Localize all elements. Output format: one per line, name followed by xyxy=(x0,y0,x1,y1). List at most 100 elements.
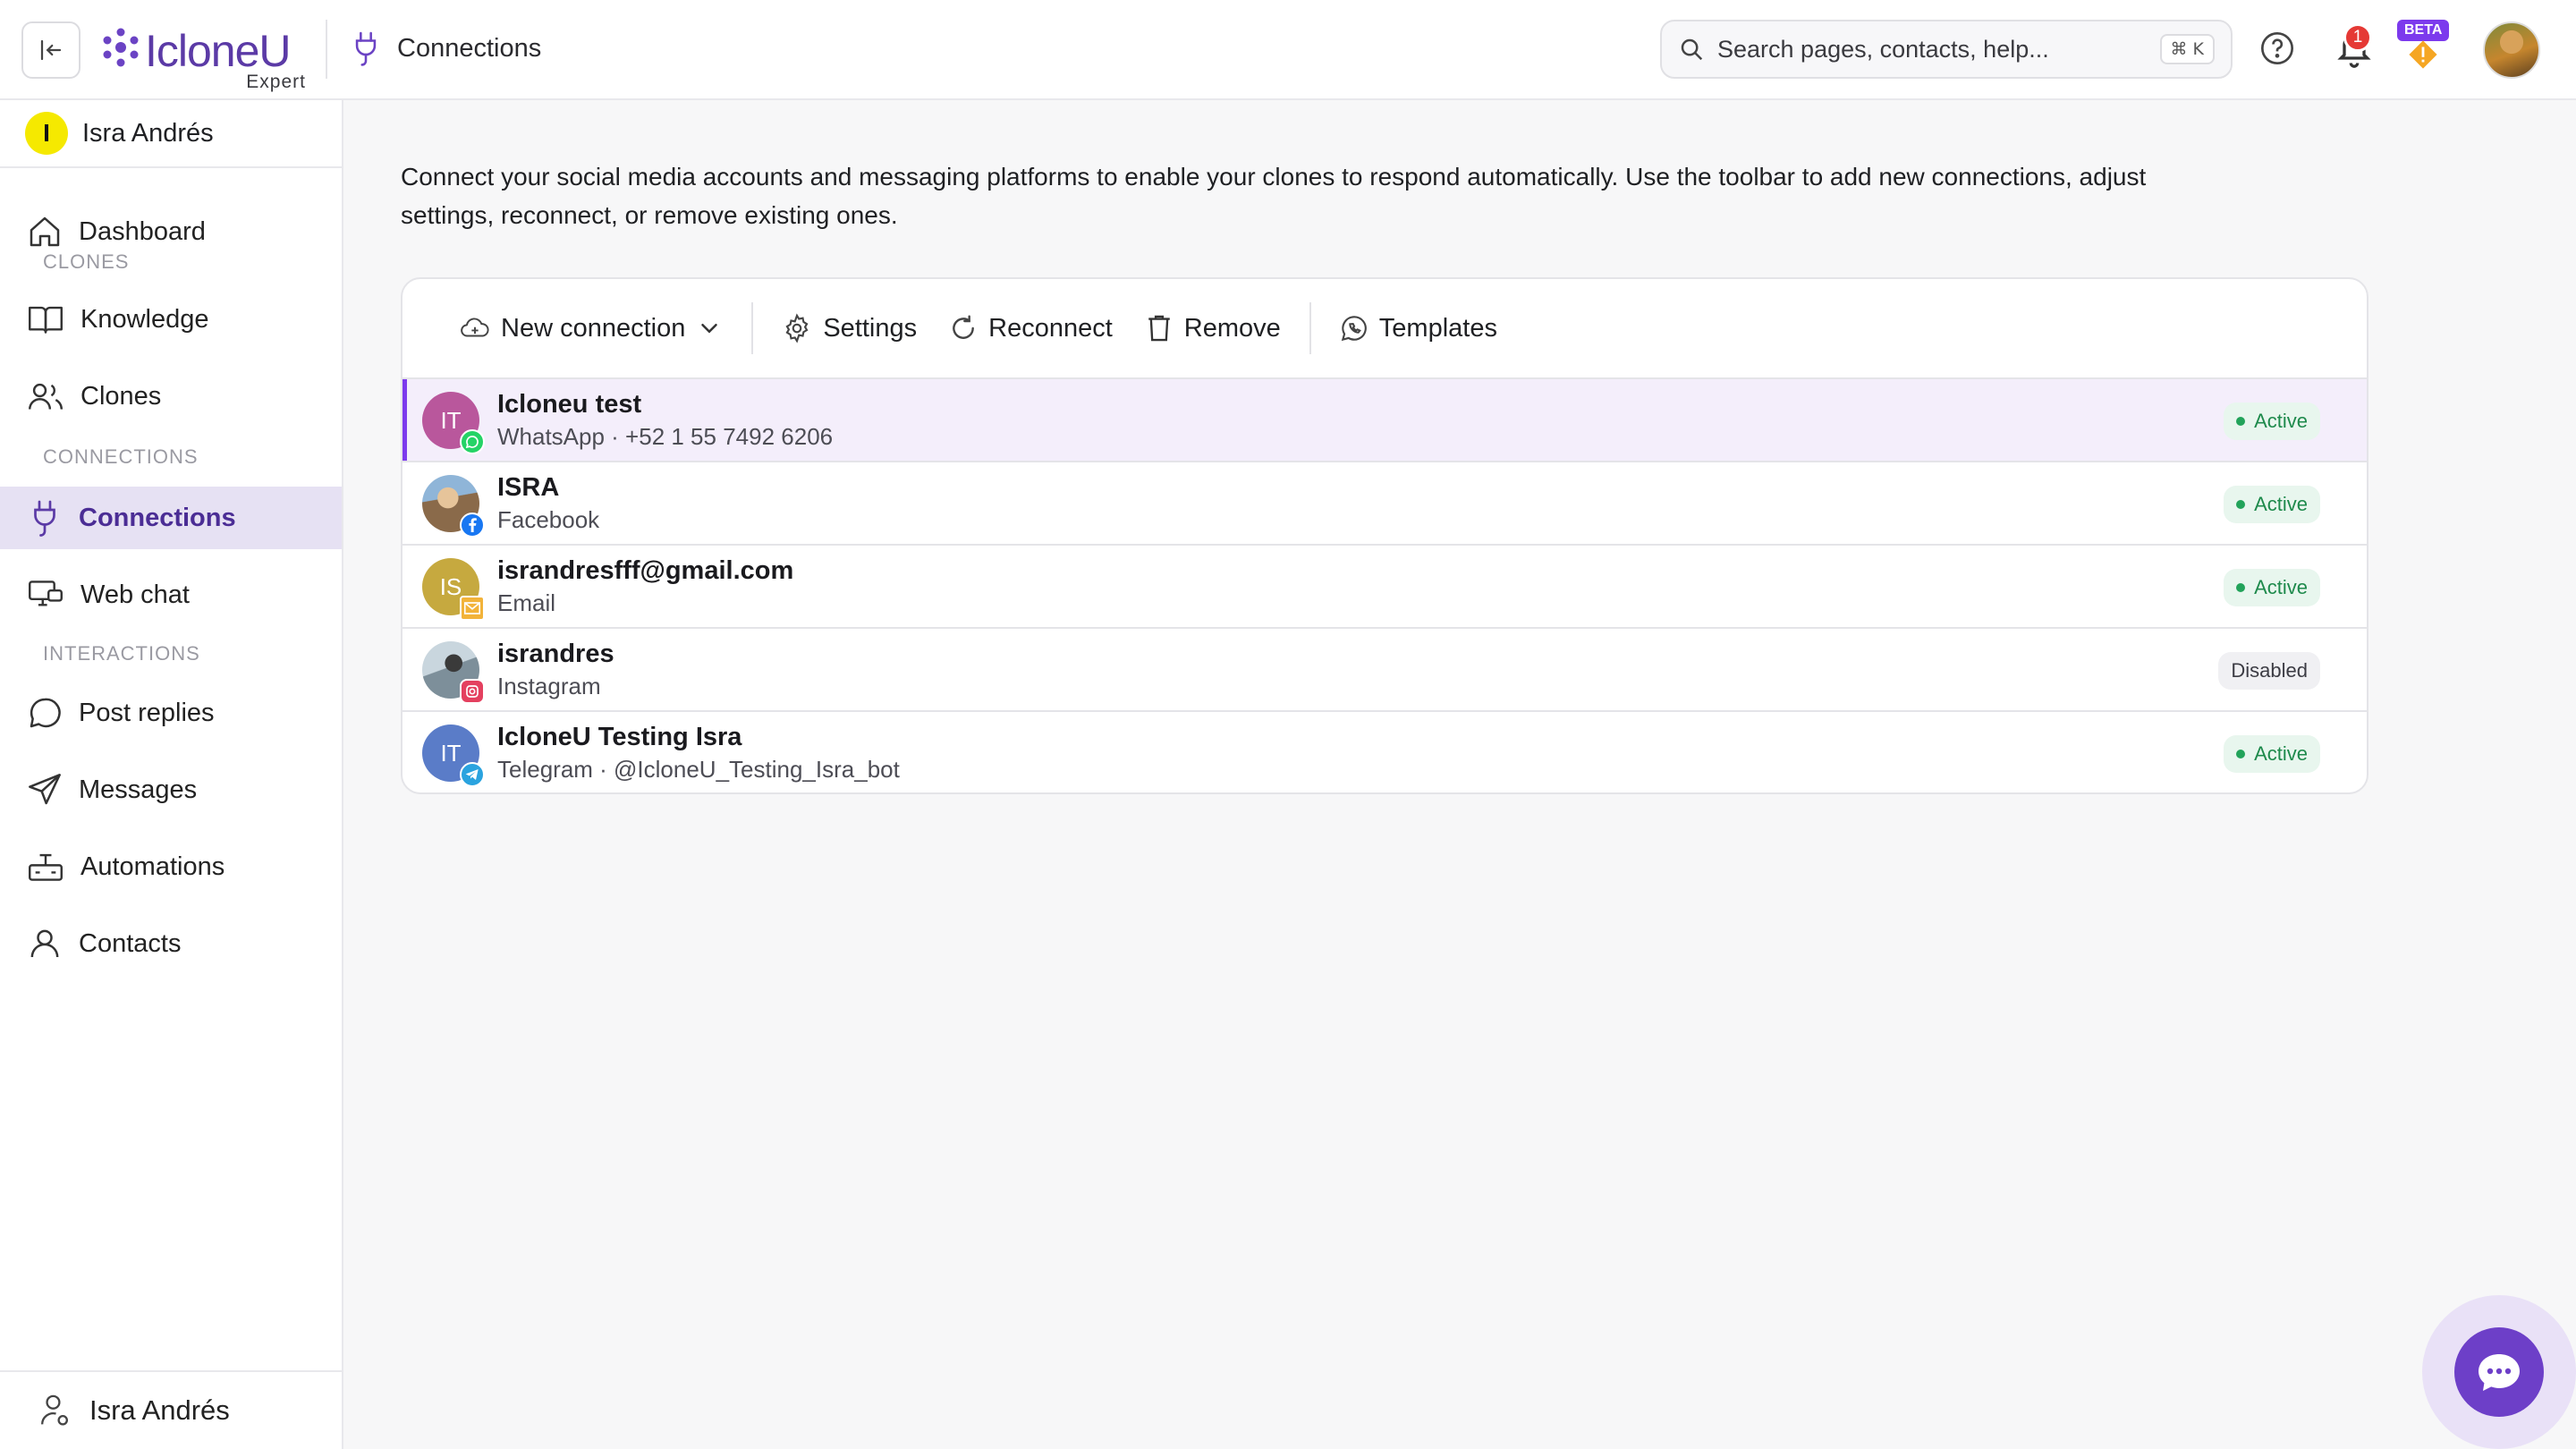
gear-icon xyxy=(785,313,809,343)
chat-launcher-button[interactable] xyxy=(2454,1327,2544,1417)
status-badge: Active xyxy=(2224,486,2320,523)
connection-avatar xyxy=(422,475,485,538)
chat-bubble-icon xyxy=(2479,1354,2520,1391)
page-title: Connections xyxy=(397,33,542,63)
connection-name: IcloneU Testing Isra xyxy=(497,723,742,751)
cloud-add-icon xyxy=(461,318,489,337)
connection-row[interactable]: IS israndresfff@gmail.com Email Active xyxy=(402,544,2367,627)
connection-avatar: IS xyxy=(422,558,485,621)
connection-avatar xyxy=(422,641,485,704)
brand-subtitle: Expert xyxy=(246,72,306,92)
user-initial-avatar: I xyxy=(25,112,68,155)
sidebar-item-clones[interactable]: Clones xyxy=(0,365,342,428)
sidebar-item-label: Contacts xyxy=(79,928,182,958)
plug-icon xyxy=(355,31,377,66)
connection-detail: Telegram · @IcloneU_Testing_Isra_bot xyxy=(497,756,900,783)
page-description: Connect your social media accounts and m… xyxy=(401,163,2147,229)
sidebar-item-label: Web chat xyxy=(80,580,190,609)
templates-label: Templates xyxy=(1378,313,1497,343)
beta-badge[interactable]: BETA xyxy=(2397,20,2450,41)
connection-name: israndresfff@gmail.com xyxy=(497,556,794,585)
connection-row[interactable]: israndres Instagram Disabled xyxy=(402,627,2367,710)
status-dot xyxy=(2236,417,2246,426)
sidebar-item-post-replies[interactable]: Post replies xyxy=(0,682,342,744)
sidebar-item-contacts[interactable]: Contacts xyxy=(0,912,342,975)
search-box[interactable]: Search pages, contacts, help... ⌘ K xyxy=(1660,20,2233,79)
workspace-user[interactable]: I Isra Andrés xyxy=(0,100,342,168)
status-label: Disabled xyxy=(2231,659,2308,682)
connection-row[interactable]: ISRA Facebook Active xyxy=(402,461,2367,544)
account-name: Isra Andrés xyxy=(89,1394,230,1426)
sidebar-item-knowledge[interactable]: Knowledge xyxy=(0,288,342,351)
connection-detail: Email xyxy=(497,589,556,616)
user-name: Isra Andrés xyxy=(82,118,214,148)
sidebar-item-web-chat[interactable]: Web chat xyxy=(0,564,342,626)
connection-name: ISRA xyxy=(497,473,560,502)
chevron-down-icon xyxy=(701,324,718,334)
sidebar-item-label: Dashboard xyxy=(79,216,206,246)
whatsapp-icon xyxy=(1341,316,1367,342)
whatsapp-icon xyxy=(460,429,485,454)
brand-name: IcloneU xyxy=(145,26,292,76)
remove-button[interactable]: Remove xyxy=(1129,301,1297,355)
account-menu[interactable]: Isra Andrés xyxy=(0,1370,342,1449)
new-connection-button[interactable]: New connection xyxy=(444,301,739,355)
settings-button[interactable]: Settings xyxy=(766,301,933,355)
status-badge: Active xyxy=(2224,735,2320,773)
status-badge: Active xyxy=(2224,402,2320,440)
sidebar: I Isra Andrés Dashboard CLONES Knowledge… xyxy=(0,100,343,1449)
connection-name: israndres xyxy=(497,640,614,668)
remove-label: Remove xyxy=(1183,313,1281,343)
status-label: Active xyxy=(2254,742,2308,765)
user-avatar[interactable] xyxy=(2483,21,2540,79)
facebook-icon xyxy=(460,513,485,538)
telegram-icon xyxy=(460,762,485,787)
connection-detail: Facebook xyxy=(497,506,600,533)
warning-icon[interactable] xyxy=(2408,39,2438,70)
breadcrumb: Connections xyxy=(351,30,541,66)
section-heading-clones: CLONES xyxy=(43,250,130,273)
sidebar-item-automations[interactable]: Automations xyxy=(0,835,342,898)
help-icon[interactable] xyxy=(2259,30,2295,66)
sidebar-item-label: Post replies xyxy=(79,698,215,727)
templates-button[interactable]: Templates xyxy=(1324,301,1513,355)
users-icon xyxy=(29,383,63,410)
instagram-icon xyxy=(460,679,485,704)
connection-row[interactable]: IT IcloneU Testing Isra Telegram · @Iclo… xyxy=(402,710,2367,792)
brand-logo[interactable]: IcloneU Expert xyxy=(100,21,306,93)
sidebar-item-label: Messages xyxy=(79,775,198,804)
connections-toolbar: New connection Settings Reconnect Remove… xyxy=(402,279,2367,377)
top-bar: IcloneU Expert Connections Search pages,… xyxy=(0,0,2576,100)
section-heading-interactions: INTERACTIONS xyxy=(43,642,200,665)
status-badge: Active xyxy=(2224,569,2320,606)
notification-count-badge: 1 xyxy=(2343,23,2372,52)
connections-card: New connection Settings Reconnect Remove… xyxy=(401,277,2368,794)
connection-detail: WhatsApp · +52 1 55 7492 6206 xyxy=(497,423,834,450)
send-icon xyxy=(29,774,61,805)
connection-row[interactable]: IT Icloneu test WhatsApp · +52 1 55 7492… xyxy=(402,377,2367,461)
search-shortcut: ⌘ K xyxy=(2159,34,2215,64)
refresh-icon xyxy=(953,315,975,339)
status-dot xyxy=(2236,750,2246,758)
new-connection-label: New connection xyxy=(501,313,686,343)
avatar-initials: IT xyxy=(440,406,462,434)
sidebar-item-connections[interactable]: Connections xyxy=(0,487,342,549)
status-badge: Disabled xyxy=(2218,652,2320,690)
reconnect-button[interactable]: Reconnect xyxy=(933,301,1129,355)
book-icon xyxy=(29,306,63,334)
section-heading-connections: CONNECTIONS xyxy=(43,445,199,468)
status-dot xyxy=(2236,583,2246,592)
toolbar-divider xyxy=(751,302,754,354)
monitor-chat-icon xyxy=(29,580,63,606)
sidebar-item-label: Automations xyxy=(80,852,225,881)
logo-mark-icon xyxy=(103,28,139,67)
settings-label: Settings xyxy=(823,313,918,343)
plug-icon xyxy=(34,500,55,537)
search-placeholder[interactable]: Search pages, contacts, help... xyxy=(1717,36,2160,64)
status-dot xyxy=(2236,500,2246,509)
collapse-left-icon xyxy=(40,39,62,61)
avatar-initials: IS xyxy=(439,572,462,600)
speech-bubble-icon xyxy=(30,698,61,728)
sidebar-item-messages[interactable]: Messages xyxy=(0,758,342,821)
collapse-sidebar-button[interactable] xyxy=(21,21,80,79)
